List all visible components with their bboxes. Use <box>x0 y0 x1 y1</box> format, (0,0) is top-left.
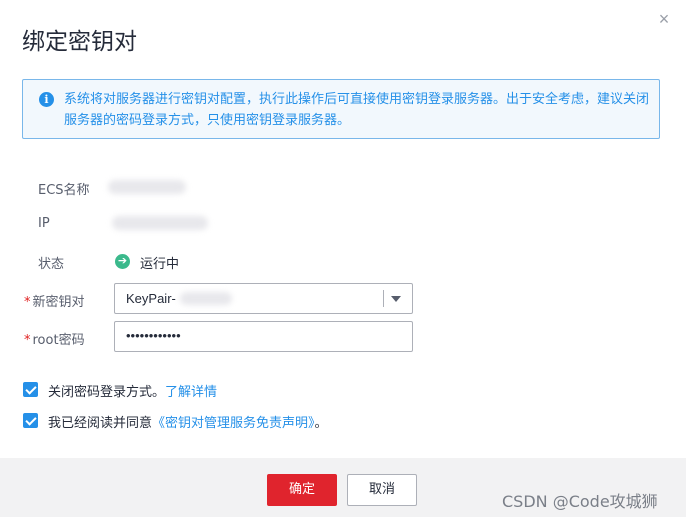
agree-disclaimer-label: 我已经阅读并同意《密钥对管理服务免责声明》。 <box>48 412 328 431</box>
ip-label: IP <box>38 216 50 231</box>
status-value: 运行中 <box>140 257 180 272</box>
cancel-button[interactable]: 取消 <box>347 474 417 506</box>
disable-password-login-label: 关闭密码登录方式。了解详情 <box>48 381 217 400</box>
close-icon[interactable]: × <box>655 10 673 28</box>
keypair-label-row: * 新密钥对 <box>24 291 85 310</box>
dialog-title: 绑定密钥对 <box>22 29 137 55</box>
ecs-name-value-redacted <box>108 180 186 194</box>
watermark: CSDN @Code攻城狮 <box>502 492 658 511</box>
confirm-button[interactable]: 确定 <box>267 474 337 506</box>
root-pw-label-row: * root密码 <box>24 329 85 348</box>
running-arrow-icon: ➔ <box>115 254 130 269</box>
root-password-input[interactable]: •••••••••••• <box>114 321 413 352</box>
required-mark: * <box>24 295 31 310</box>
select-divider <box>383 290 384 307</box>
status-label: 状态 <box>38 257 65 272</box>
bind-keypair-dialog: 绑定密钥对 × i 系统将对服务器进行密钥对配置，执行此操作后可直接使用密钥登录… <box>0 0 686 517</box>
ecs-name-label: ECS名称 <box>38 183 90 198</box>
disclaimer-link[interactable]: 《密钥对管理服务免责声明》 <box>152 416 315 431</box>
chevron-down-icon[interactable] <box>391 296 401 302</box>
learn-more-link[interactable]: 了解详情 <box>165 385 217 400</box>
disable-password-login-checkbox[interactable] <box>23 382 38 397</box>
agree-text: 我已经阅读并同意 <box>48 416 153 431</box>
agree-suffix: 。 <box>314 416 328 431</box>
root-pw-label: root密码 <box>32 333 85 348</box>
root-password-value: •••••••••••• <box>126 328 181 343</box>
keypair-select-value: KeyPair- <box>126 291 176 306</box>
keypair-suffix-redacted <box>180 292 232 305</box>
ip-value-redacted <box>112 216 208 230</box>
keypair-select[interactable]: KeyPair- <box>114 283 413 314</box>
info-text: 系统将对服务器进行密钥对配置，执行此操作后可直接使用密钥登录服务器。出于安全考虑… <box>64 92 650 128</box>
required-mark: * <box>24 333 31 348</box>
keypair-label: 新密钥对 <box>32 295 85 310</box>
disable-password-text: 关闭密码登录方式。 <box>48 385 166 400</box>
agree-disclaimer-checkbox[interactable] <box>23 413 38 428</box>
info-banner: i 系统将对服务器进行密钥对配置，执行此操作后可直接使用密钥登录服务器。出于安全… <box>22 79 660 139</box>
info-icon: i <box>39 92 54 107</box>
